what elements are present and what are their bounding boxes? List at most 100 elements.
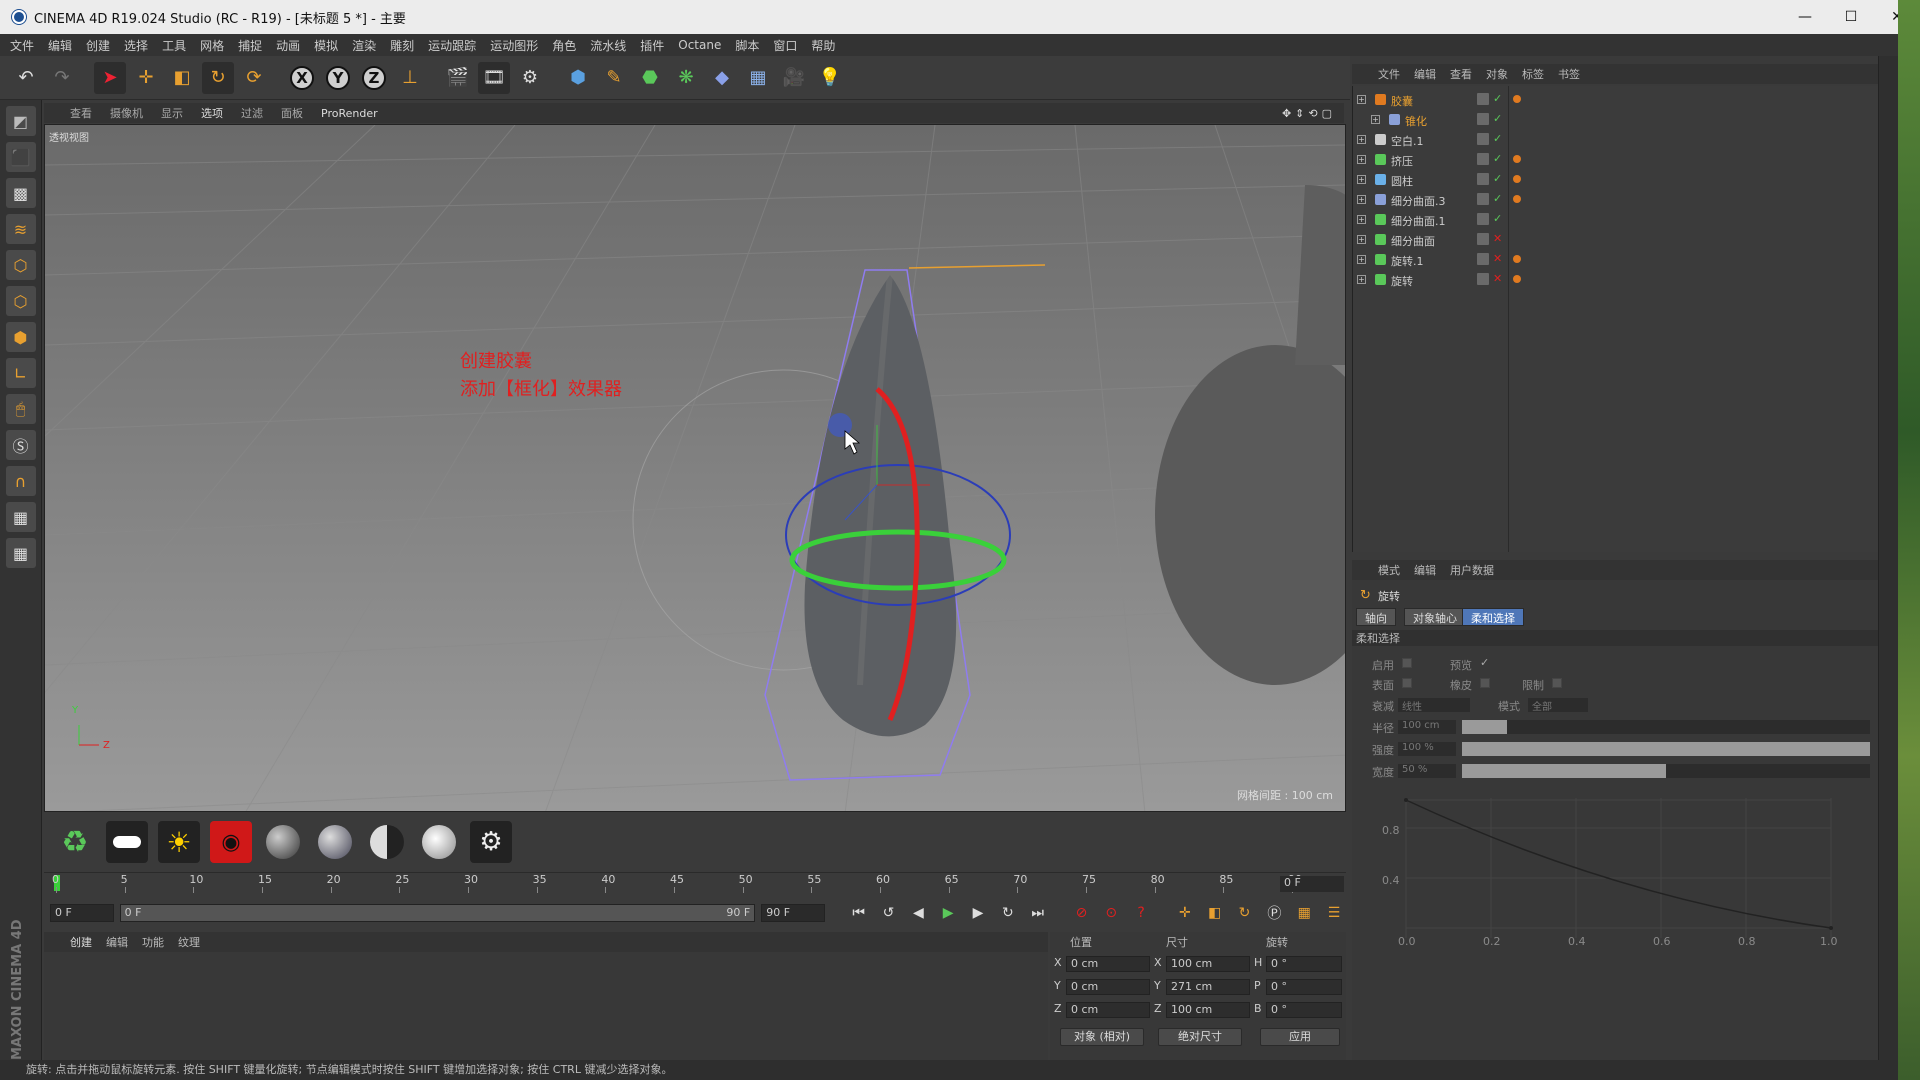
expand-toggle-icon[interactable]: +	[1357, 95, 1366, 104]
om-menu-tags[interactable]: 标签	[1522, 66, 1544, 82]
planar-workplane-icon[interactable]: ▦	[5, 538, 36, 568]
record-keys-icon[interactable]: ⊘	[1070, 901, 1094, 925]
enable-toggle-icon[interactable]: ✓	[1493, 152, 1502, 165]
previous-key-icon[interactable]: ↺	[877, 901, 901, 925]
area-light-icon[interactable]	[106, 821, 148, 863]
next-frame-icon[interactable]: ▶	[966, 901, 990, 925]
om-menu-view[interactable]: 查看	[1450, 66, 1472, 82]
timeline-ruler[interactable]: 051015202530354045505560657075808590	[44, 872, 1346, 894]
enable-toggle-icon[interactable]: ✕	[1493, 252, 1502, 265]
model-mode-icon[interactable]: ⬛	[5, 142, 36, 172]
light-icon[interactable]: 💡	[814, 62, 846, 94]
menu-motion-tracker[interactable]: 运动跟踪	[428, 37, 476, 54]
viewport-menu-display[interactable]: 显示	[161, 105, 183, 121]
menu-octane[interactable]: Octane	[678, 38, 721, 52]
floor-icon[interactable]: ▦	[742, 62, 774, 94]
object-name[interactable]: 空白.1	[1391, 133, 1424, 149]
object-name[interactable]: 细分曲面.3	[1391, 193, 1446, 209]
object-row[interactable]: + 细分曲面.1 ✓	[1353, 210, 1879, 230]
material-manager-area[interactable]	[44, 952, 1048, 1060]
object-name[interactable]: 锥化	[1405, 113, 1427, 129]
coord-apply-button[interactable]: 应用	[1260, 1028, 1340, 1046]
cube-primitive-icon[interactable]: ⬢	[562, 62, 594, 94]
enable-toggle-icon[interactable]: ✓	[1493, 112, 1502, 125]
autokey-icon[interactable]: ⊙	[1099, 901, 1123, 925]
coordinate-system-icon[interactable]: ⊥	[394, 62, 426, 94]
edges-mode-icon[interactable]: ⬡	[5, 286, 36, 316]
points-mode-icon[interactable]: ⬡	[5, 250, 36, 280]
enable-toggle-icon[interactable]: ✓	[1493, 172, 1502, 185]
menu-mesh[interactable]: 网格	[200, 37, 224, 54]
polygons-mode-icon[interactable]: ⬢	[5, 322, 36, 352]
viewport-menu-cameras[interactable]: 摄像机	[110, 105, 143, 121]
tab-object-axis[interactable]: 对象轴心	[1404, 608, 1466, 626]
play-icon[interactable]: ▶	[936, 901, 960, 925]
expand-toggle-icon[interactable]: +	[1357, 175, 1366, 184]
pen-spline-icon[interactable]: ✎	[598, 62, 630, 94]
render-view-icon[interactable]: 🎬	[442, 62, 474, 94]
coord-mode-object-dropdown[interactable]: 对象 (相对)	[1060, 1028, 1144, 1046]
layer-icon[interactable]	[1477, 213, 1489, 225]
menu-window[interactable]: 窗口	[773, 37, 797, 54]
menu-render[interactable]: 渲染	[352, 37, 376, 54]
key-position-icon[interactable]: ✛	[1173, 901, 1197, 925]
object-name[interactable]: 圆柱	[1391, 173, 1413, 189]
material-ball-3-icon[interactable]	[366, 821, 408, 863]
object-name[interactable]: 细分曲面	[1391, 233, 1435, 249]
menu-simulate[interactable]: 模拟	[314, 37, 338, 54]
perspective-viewport[interactable]: 透视视图 Y Z 创建胶囊 添加【框化】效果器 网格间距 : 100 cm	[44, 124, 1346, 812]
coord-size-y-input[interactable]: 271 cm	[1166, 979, 1250, 995]
viewport-menu-filter[interactable]: 过滤	[241, 105, 263, 121]
expand-toggle-icon[interactable]: +	[1357, 195, 1366, 204]
magnet-icon[interactable]: ∩	[5, 466, 36, 496]
object-row[interactable]: + 空白.1 ✓	[1353, 130, 1879, 150]
radius-input[interactable]: 100 cm	[1398, 720, 1456, 734]
material-menu-edit[interactable]: 编辑	[106, 934, 128, 950]
recent-tool-icon[interactable]: ⟳	[238, 62, 270, 94]
viewport-nav-icons[interactable]: ✥⇕⟲▢	[1282, 107, 1336, 120]
menu-script[interactable]: 脚本	[735, 37, 759, 54]
width-slider[interactable]	[1462, 764, 1870, 778]
go-to-end-icon[interactable]: ⏭	[1026, 901, 1050, 925]
expand-toggle-icon[interactable]: +	[1371, 115, 1380, 124]
enable-toggle-icon[interactable]: ✕	[1493, 272, 1502, 285]
key-pla-icon[interactable]: ▦	[1292, 901, 1316, 925]
sun-light-icon[interactable]: ☀	[158, 821, 200, 863]
menu-edit[interactable]: 编辑	[48, 37, 72, 54]
object-row[interactable]: + 圆柱 ✓	[1353, 170, 1879, 190]
key-rotation-icon[interactable]: ↻	[1233, 901, 1257, 925]
rotate-tool-icon[interactable]: ↻	[202, 61, 234, 94]
object-row[interactable]: + 胶囊 ✓	[1353, 90, 1879, 110]
expand-toggle-icon[interactable]: +	[1357, 135, 1366, 144]
material-ball-2-icon[interactable]	[314, 821, 356, 863]
camera-icon[interactable]: 🎥	[778, 62, 810, 94]
object-name[interactable]: 胶囊	[1391, 93, 1413, 109]
previous-frame-icon[interactable]: ◀	[906, 901, 930, 925]
enable-checkbox[interactable]	[1402, 658, 1412, 668]
om-menu-edit[interactable]: 编辑	[1414, 66, 1436, 82]
max-frame-field[interactable]: 90 F	[761, 904, 825, 922]
key-parameter-icon[interactable]: Ⓟ	[1262, 901, 1286, 925]
am-menu-edit[interactable]: 编辑	[1414, 562, 1436, 578]
material-ball-4-icon[interactable]	[418, 821, 460, 863]
phong-tag-icon[interactable]	[1513, 155, 1521, 163]
layer-icon[interactable]	[1477, 273, 1489, 285]
maximize-button[interactable]: ☐	[1828, 0, 1874, 34]
width-input[interactable]: 50 %	[1398, 764, 1456, 778]
menu-sculpt[interactable]: 雕刻	[390, 37, 414, 54]
expand-toggle-icon[interactable]: +	[1357, 255, 1366, 264]
next-key-icon[interactable]: ↻	[996, 901, 1020, 925]
enable-toggle-icon[interactable]: ✓	[1493, 192, 1502, 205]
y-axis-lock-icon[interactable]: Y	[322, 62, 354, 94]
coord-mode-size-dropdown[interactable]: 绝对尺寸	[1158, 1028, 1242, 1046]
object-name[interactable]: 挤压	[1391, 153, 1413, 169]
menu-file[interactable]: 文件	[10, 37, 34, 54]
menu-help[interactable]: 帮助	[811, 37, 835, 54]
layer-icon[interactable]	[1477, 133, 1489, 145]
keyframe-selection-icon[interactable]: ?	[1129, 901, 1153, 925]
radius-slider[interactable]	[1462, 720, 1870, 734]
coord-pos-z-input[interactable]: 0 cm	[1066, 1002, 1150, 1018]
surface-checkbox[interactable]	[1402, 678, 1412, 688]
object-name[interactable]: 细分曲面.1	[1391, 213, 1446, 229]
menu-mograph[interactable]: 运动图形	[490, 37, 538, 54]
